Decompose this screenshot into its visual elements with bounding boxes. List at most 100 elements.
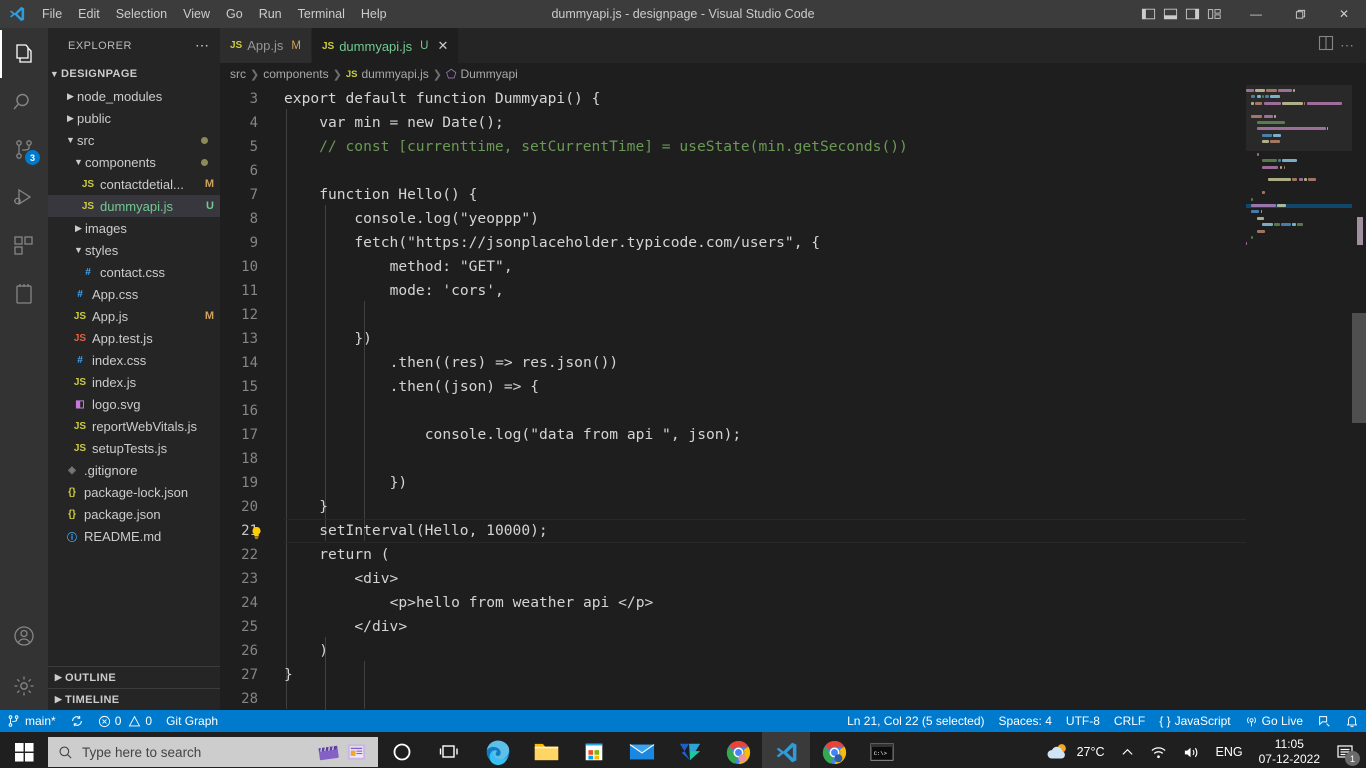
code-line[interactable]: setInterval(Hello, 10000); <box>284 519 1366 543</box>
microsoft-store-icon[interactable] <box>570 732 618 768</box>
code-line[interactable]: .then((json) => { <box>284 375 1366 399</box>
close-button[interactable]: ✕ <box>1322 0 1366 28</box>
code-line[interactable]: console.log("yeoppp") <box>284 207 1366 231</box>
tree-item-src[interactable]: ▼ src <box>48 129 220 151</box>
code-line[interactable]: // const [currenttime, setCurrentTime] =… <box>284 135 1366 159</box>
section-outline[interactable]: ▶ OUTLINE <box>48 666 220 688</box>
code-editor[interactable]: 3 4 5 6 7 8 9 10 11 12 13 14 15 16 17 18 19 20 21 22 23 24 25 2… <box>220 85 1366 710</box>
network-status[interactable] <box>1142 732 1175 768</box>
tree-item-contactdetial-[interactable]: JS contactdetial... M <box>48 173 220 195</box>
code-line[interactable]: } <box>284 495 1366 519</box>
breadcrumb-item-symbol[interactable]: Dummyapi <box>460 67 517 81</box>
menu-view[interactable]: View <box>175 0 218 28</box>
code-line[interactable]: export default function Dummyapi() { <box>284 87 1366 111</box>
code-line[interactable]: } <box>284 663 1366 687</box>
code-line[interactable]: <p>hello from weather api </p> <box>284 591 1366 615</box>
toggle-panel-icon[interactable] <box>1160 4 1180 24</box>
clock[interactable]: 11:05 07-12-2022 <box>1251 732 1328 768</box>
visual-studio-code-icon[interactable] <box>762 732 810 768</box>
notification-center-button[interactable]: 1 <box>1328 732 1362 768</box>
section-timeline[interactable]: ▶ TIMELINE <box>48 688 220 710</box>
menu-run[interactable]: Run <box>251 0 290 28</box>
status-encoding[interactable]: UTF-8 <box>1059 710 1107 732</box>
code-line[interactable] <box>284 399 1366 423</box>
task-view-icon[interactable] <box>426 732 474 768</box>
mail-icon[interactable] <box>618 732 666 768</box>
code-line[interactable]: .then((res) => res.json()) <box>284 351 1366 375</box>
tree-item-dummyapi-js[interactable]: JS dummyapi.js U <box>48 195 220 217</box>
status-feedback[interactable] <box>1310 710 1338 732</box>
show-hidden-icons-button[interactable] <box>1113 732 1142 768</box>
cortana-icon[interactable] <box>378 732 426 768</box>
customize-layout-icon[interactable] <box>1204 4 1224 24</box>
menu-edit[interactable]: Edit <box>70 0 108 28</box>
menu-bar[interactable]: File Edit Selection View Go Run Terminal… <box>34 0 395 28</box>
weather-widget[interactable]: 27°C <box>1037 732 1113 768</box>
chrome-secondary-icon[interactable] <box>810 732 858 768</box>
code-line[interactable]: var min = new Date(); <box>284 111 1366 135</box>
breadcrumb[interactable]: src ❯ components ❯ JS dummyapi.js ❯ ⬠ Du… <box>220 63 1366 85</box>
split-editor-icon[interactable] <box>1318 35 1334 56</box>
tree-item-reportwebvitals-js[interactable]: JS reportWebVitals.js <box>48 415 220 437</box>
microsoft-edge-icon[interactable] <box>474 732 522 768</box>
minimap[interactable] <box>1246 85 1352 710</box>
breadcrumb-item-components[interactable]: components <box>263 67 328 81</box>
tab-dummyapi-js[interactable]: JS dummyapi.js U ✕ <box>311 28 460 63</box>
status-cursor-position[interactable]: Ln 21, Col 22 (5 selected) <box>840 710 991 732</box>
activity-item-explorer[interactable] <box>0 30 48 78</box>
activity-item-run-and-debug[interactable] <box>0 174 48 222</box>
tree-item-public[interactable]: ▶ public <box>48 107 220 129</box>
code-line[interactable]: return ( <box>284 543 1366 567</box>
tree-item-app-test-js[interactable]: JS App.test.js <box>48 327 220 349</box>
status-git-graph[interactable]: Git Graph <box>159 710 225 732</box>
status-eol[interactable]: CRLF <box>1107 710 1152 732</box>
code-line[interactable]: method: "GET", <box>284 255 1366 279</box>
tree-root-designpage[interactable]: ▼ DESIGNPAGE <box>48 63 220 85</box>
file-explorer-icon[interactable] <box>522 732 570 768</box>
activity-item-source-control[interactable]: 3 <box>0 126 48 174</box>
code-line[interactable]: ) <box>284 639 1366 663</box>
command-prompt-icon[interactable]: C:\> <box>858 732 906 768</box>
code-content[interactable]: export default function Dummyapi() { var… <box>284 85 1366 710</box>
tree-item-logo-svg[interactable]: ◧ logo.svg <box>48 393 220 415</box>
status-language-mode[interactable]: { } JavaScript <box>1152 710 1237 732</box>
tab-app-js[interactable]: JS App.js M <box>220 28 312 63</box>
maximize-button[interactable] <box>1278 0 1322 28</box>
activity-item-accounts[interactable] <box>0 614 48 662</box>
activity-item-search[interactable] <box>0 78 48 126</box>
code-line[interactable]: }) <box>284 471 1366 495</box>
status-problems[interactable]: 0 0 <box>91 710 159 732</box>
chrome-icon[interactable] <box>714 732 762 768</box>
tree-item-node-modules[interactable]: ▶ node_modules <box>48 85 220 107</box>
editor-scrollbar[interactable] <box>1352 85 1366 710</box>
code-line[interactable]: }) <box>284 327 1366 351</box>
status-branch[interactable]: main* <box>0 710 63 732</box>
minimize-button[interactable]: — <box>1234 0 1278 28</box>
breadcrumb-item-src[interactable]: src <box>230 67 246 81</box>
tree-item-package-json[interactable]: {} package.json <box>48 503 220 525</box>
lightbulb-icon[interactable] <box>250 524 263 540</box>
menu-go[interactable]: Go <box>218 0 251 28</box>
tree-item-setuptests-js[interactable]: JS setupTests.js <box>48 437 220 459</box>
menu-terminal[interactable]: Terminal <box>290 0 353 28</box>
code-line[interactable]: <div> <box>284 567 1366 591</box>
tree-item-index-css[interactable]: # index.css <box>48 349 220 371</box>
code-line[interactable]: console.log("data from api ", json); <box>284 423 1366 447</box>
toggle-secondary-sidebar-icon[interactable] <box>1182 4 1202 24</box>
tree-item-app-css[interactable]: # App.css <box>48 283 220 305</box>
more-actions-icon[interactable]: ⋯ <box>1340 37 1354 54</box>
file-tree[interactable]: ▼ DESIGNPAGE ▶ node_modules ▶ public ▼ src ▼ co… <box>48 63 220 666</box>
activity-item-notebook[interactable] <box>0 270 48 318</box>
status-sync[interactable] <box>63 710 91 732</box>
code-line[interactable]: fetch("https://jsonplaceholder.typicode.… <box>284 231 1366 255</box>
tree-item--gitignore[interactable]: ◈ .gitignore <box>48 459 220 481</box>
language-indicator[interactable]: ENG <box>1208 732 1251 768</box>
close-icon[interactable]: ✕ <box>437 38 448 54</box>
toggle-primary-sidebar-icon[interactable] <box>1138 4 1158 24</box>
code-line[interactable] <box>284 303 1366 327</box>
status-go-live[interactable]: Go Live <box>1238 710 1310 732</box>
status-notifications[interactable] <box>1338 710 1366 732</box>
tree-item-styles[interactable]: ▼ styles <box>48 239 220 261</box>
code-line[interactable] <box>284 687 1366 710</box>
tree-item-app-js[interactable]: JS App.js M <box>48 305 220 327</box>
